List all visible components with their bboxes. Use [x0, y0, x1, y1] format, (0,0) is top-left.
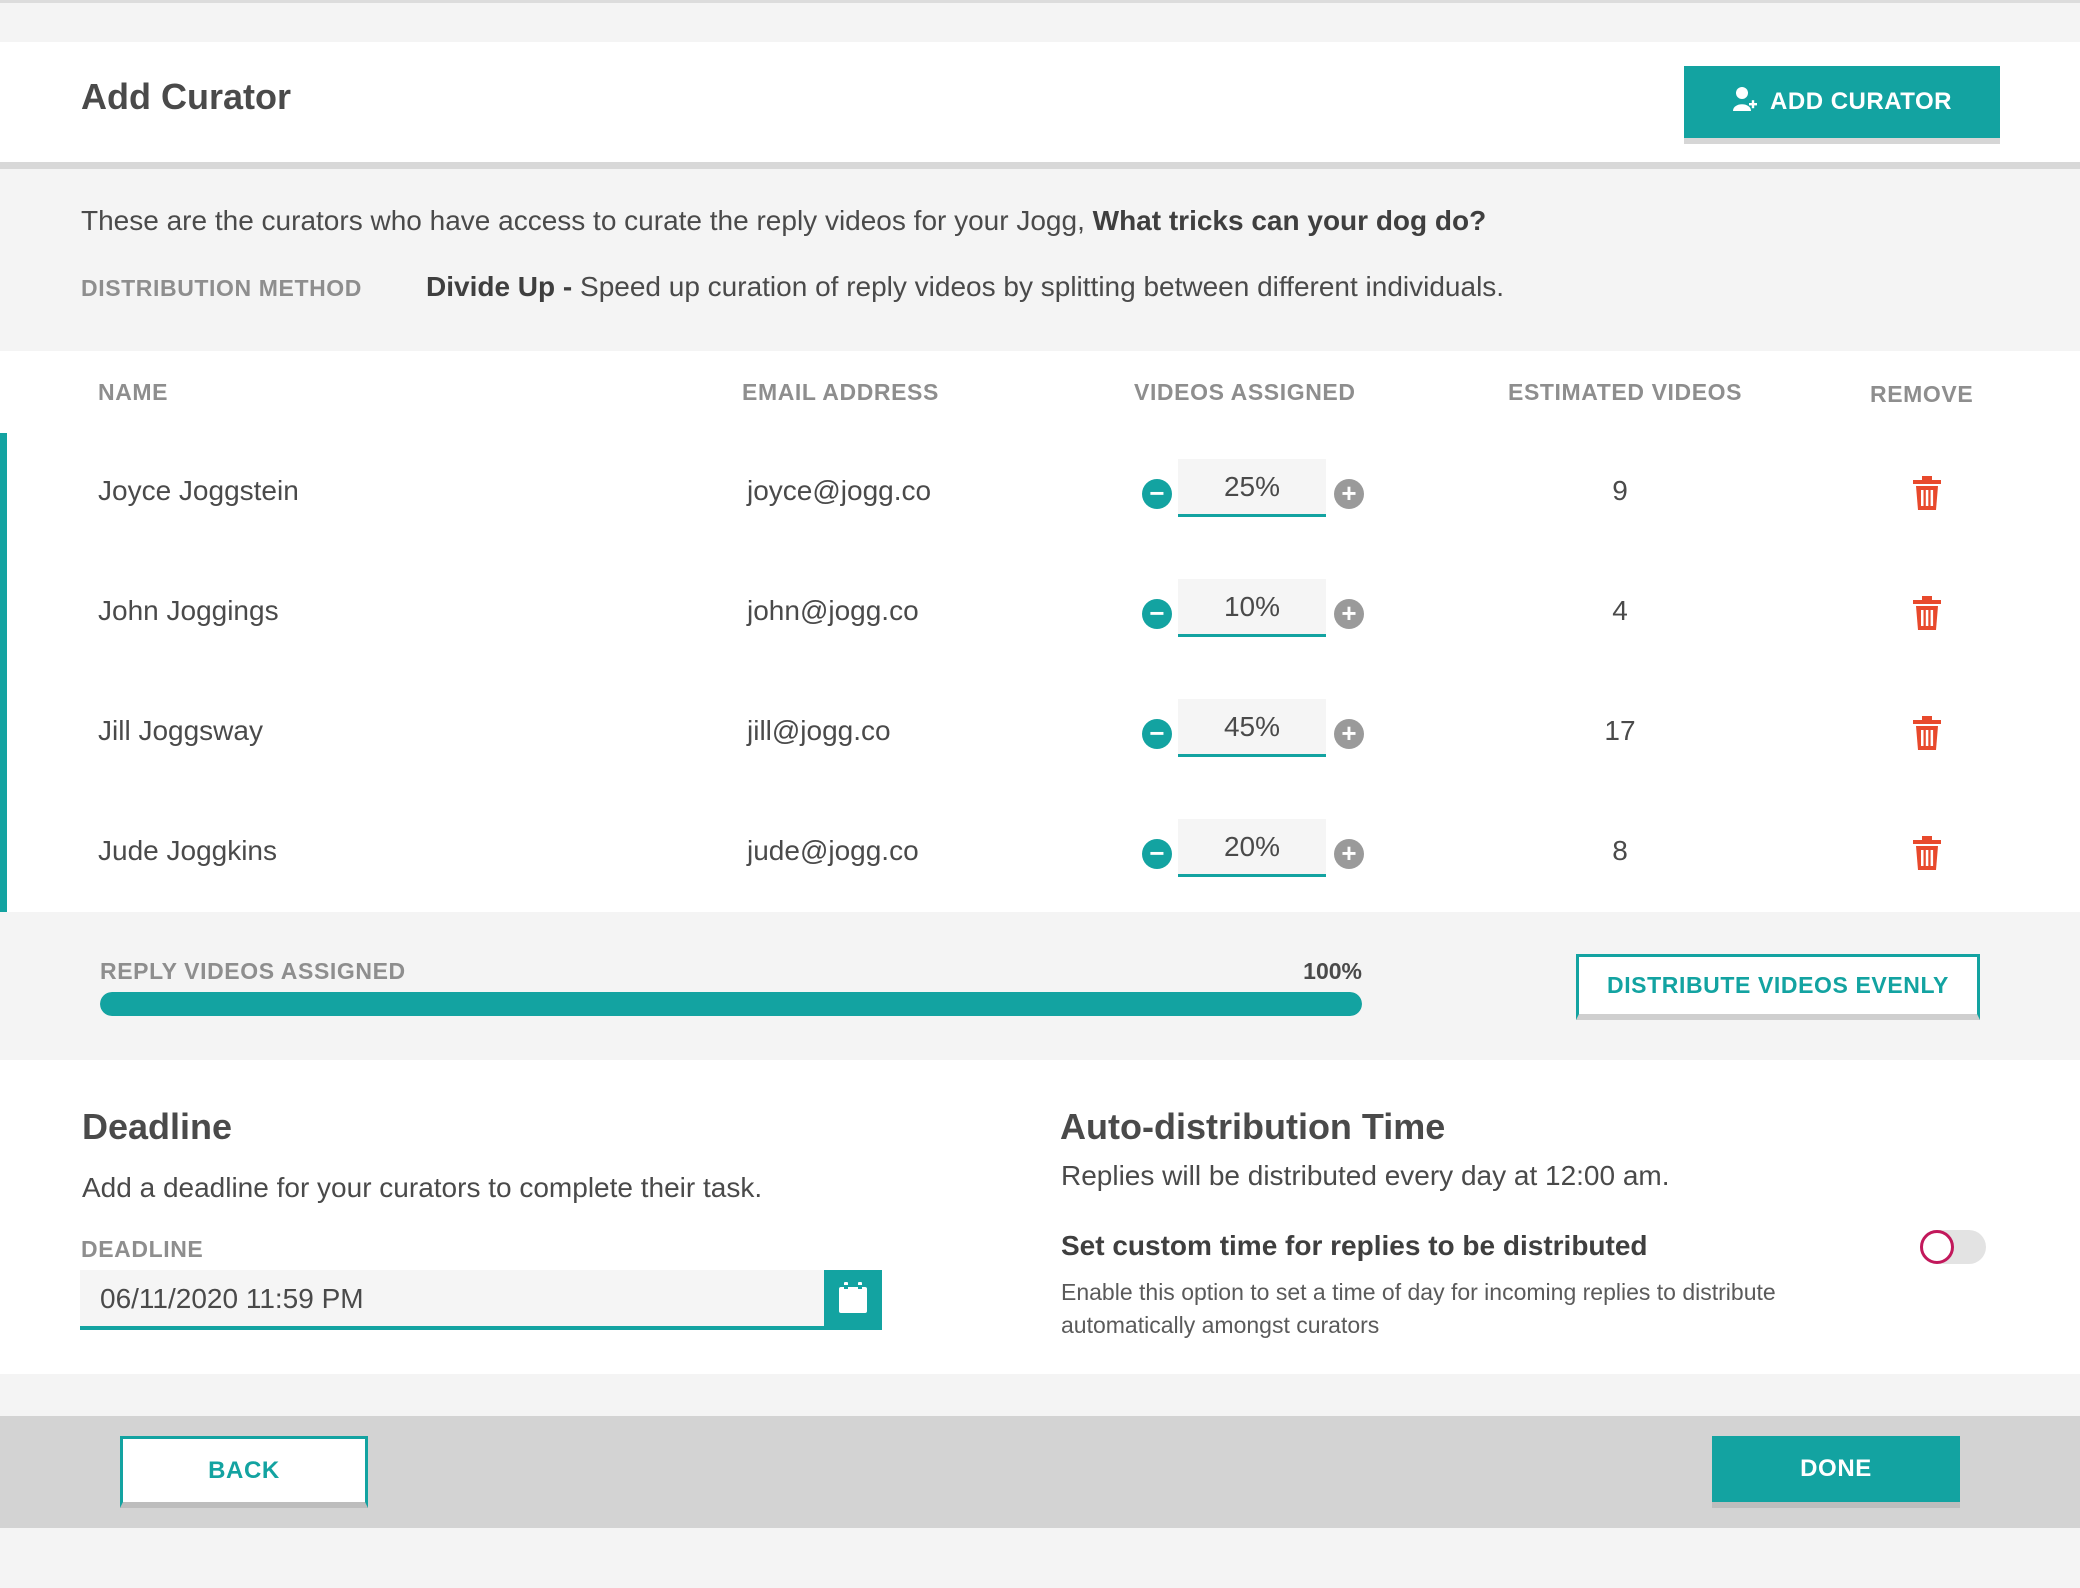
- estimated-videos: 17: [1604, 715, 1636, 746]
- header: Add Curator ADD CURATOR: [0, 42, 2080, 162]
- curator-email: joyce@jogg.co: [747, 475, 932, 506]
- curator-name: Jude Joggkins: [98, 835, 278, 866]
- column-header-estimated-videos: ESTIMATED VIDEOS: [1508, 379, 1743, 405]
- percent-input[interactable]: 10%: [1178, 579, 1326, 637]
- deadline-field-label: DEADLINE: [81, 1236, 204, 1262]
- increase-percent-button[interactable]: +: [1334, 719, 1364, 749]
- increase-percent-button[interactable]: +: [1334, 479, 1364, 509]
- column-header-email: EMAIL ADDRESS: [742, 379, 939, 405]
- jogg-title: What tricks can your dog do?: [1092, 205, 1487, 236]
- table-row: Jill Joggsway jill@jogg.co − 45% + 17: [0, 673, 2080, 793]
- curators-table: NAME EMAIL ADDRESS VIDEOS ASSIGNED ESTIM…: [0, 351, 2080, 912]
- deadline-title: Deadline: [82, 1106, 233, 1147]
- reply-videos-assigned-label: REPLY VIDEOS ASSIGNED: [100, 958, 406, 984]
- reply-videos-assigned-section: REPLY VIDEOS ASSIGNED 100% DISTRIBUTE VI…: [0, 912, 2080, 1060]
- custom-time-toggle[interactable]: [1920, 1230, 1986, 1264]
- table-row: Jude Joggkins jude@jogg.co − 20% + 8: [0, 793, 2080, 913]
- intro-text-body: These are the curators who have access t…: [81, 205, 1093, 236]
- curator-email: jude@jogg.co: [747, 835, 919, 866]
- settings-section: Deadline Add a deadline for your curator…: [0, 1060, 2080, 1374]
- back-button[interactable]: BACK: [120, 1436, 368, 1508]
- done-button[interactable]: DONE: [1712, 1436, 1960, 1508]
- percent-input[interactable]: 20%: [1178, 819, 1326, 877]
- assigned-progress-bar: [100, 992, 1362, 1016]
- add-curator-page: Add Curator ADD CURATOR These are the cu…: [0, 0, 2080, 1588]
- decrease-percent-button[interactable]: −: [1142, 839, 1172, 869]
- trash-icon[interactable]: [1912, 715, 1942, 751]
- trash-icon[interactable]: [1912, 475, 1942, 511]
- distribution-method-name: Divide Up -: [426, 271, 573, 302]
- estimated-videos: 9: [1612, 475, 1628, 506]
- footer-bar: BACK DONE: [0, 1416, 2080, 1528]
- trash-icon[interactable]: [1912, 835, 1942, 871]
- custom-time-description: Enable this option to set a time of day …: [1061, 1279, 1776, 1338]
- table-row: Joyce Joggstein joyce@jogg.co − 25% + 9: [0, 433, 2080, 553]
- reply-videos-assigned-percent: 100%: [1303, 958, 1362, 984]
- increase-percent-button[interactable]: +: [1334, 599, 1364, 629]
- custom-time-title: Set custom time for replies to be distri…: [1061, 1230, 1648, 1261]
- calendar-icon: [838, 1281, 868, 1319]
- toggle-knob: [1920, 1230, 1954, 1264]
- estimated-videos: 8: [1612, 835, 1628, 866]
- distribution-method-desc: Speed up curation of reply videos by spl…: [572, 271, 1505, 302]
- percent-input[interactable]: 25%: [1178, 459, 1326, 517]
- add-curator-button[interactable]: ADD CURATOR: [1684, 66, 2000, 144]
- curator-name: Jill Joggsway: [98, 715, 263, 746]
- decrease-percent-button[interactable]: −: [1142, 599, 1172, 629]
- add-curator-label: ADD CURATOR: [1770, 88, 1952, 115]
- column-header-name: NAME: [98, 379, 169, 405]
- estimated-videos: 4: [1612, 595, 1628, 626]
- decrease-percent-button[interactable]: −: [1142, 719, 1172, 749]
- intro-text: These are the curators who have access t…: [81, 205, 1486, 237]
- distribute-videos-evenly-button[interactable]: DISTRIBUTE VIDEOS EVENLY: [1576, 954, 1980, 1020]
- trash-icon[interactable]: [1912, 595, 1942, 631]
- decrease-percent-button[interactable]: −: [1142, 479, 1172, 509]
- top-rule: [0, 0, 2080, 3]
- deadline-input[interactable]: 06/11/2020 11:59 PM: [80, 1270, 824, 1330]
- page-title: Add Curator: [81, 76, 291, 117]
- table-row: John Joggings john@jogg.co − 10% + 4: [0, 553, 2080, 673]
- distribution-method-value: Divide Up - Speed up curation of reply v…: [426, 271, 1504, 303]
- deadline-description: Add a deadline for your curators to comp…: [82, 1172, 763, 1203]
- curator-email: jill@jogg.co: [747, 715, 891, 746]
- auto-distribution-title: Auto-distribution Time: [1060, 1106, 1446, 1147]
- column-header-remove: REMOVE: [1870, 381, 1974, 407]
- curator-name: Joyce Joggstein: [98, 475, 299, 506]
- auto-distribution-description: Replies will be distributed every day at…: [1061, 1160, 1670, 1191]
- increase-percent-button[interactable]: +: [1334, 839, 1364, 869]
- column-header-videos-assigned: VIDEOS ASSIGNED: [1134, 379, 1356, 405]
- curator-email: john@jogg.co: [747, 595, 919, 626]
- add-user-icon: [1732, 86, 1758, 119]
- header-divider: [0, 162, 2080, 169]
- assigned-progress-fill: [100, 992, 1362, 1016]
- calendar-button[interactable]: [824, 1270, 882, 1330]
- distribution-method-label: DISTRIBUTION METHOD: [81, 275, 362, 301]
- curator-name: John Joggings: [98, 595, 279, 626]
- info-section: These are the curators who have access t…: [0, 169, 2080, 351]
- percent-input[interactable]: 45%: [1178, 699, 1326, 757]
